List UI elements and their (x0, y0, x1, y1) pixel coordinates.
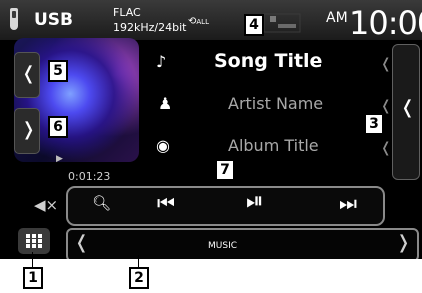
grid-icon (26, 234, 30, 238)
disc-icon: ◉ (156, 136, 170, 155)
repeat-icon[interactable]: ⟲ALL (188, 16, 209, 27)
repeat-label: ALL (196, 18, 209, 26)
next-track-icon[interactable]: ⏭ (339, 191, 357, 215)
clock: 10:00 (349, 4, 422, 42)
previous-track-icon[interactable]: ⏮ (157, 191, 175, 215)
chevron-left-icon: ❬ (21, 63, 37, 84)
next-panel-button[interactable]: ❭ (14, 108, 40, 154)
callout-7: 7 (215, 159, 235, 181)
control-bar (66, 186, 385, 226)
callout-5: 5 (48, 60, 68, 82)
tag-data-icon[interactable] (262, 12, 302, 34)
callout-6: 6 (48, 116, 68, 138)
grid-dot (38, 244, 42, 248)
chevron-right-icon: ❭ (21, 119, 37, 140)
function-bar-label: MUSIC (208, 241, 238, 251)
callout-3: 3 (364, 113, 384, 135)
grid-dot (26, 239, 30, 243)
callout-1: 1 (23, 267, 43, 289)
callout-2: 2 (129, 267, 149, 289)
song-icon-wrap: ♪ (156, 52, 166, 71)
list-panel-button[interactable]: ❬ (392, 44, 420, 180)
chevron-right-icon[interactable]: ❭ (396, 232, 411, 253)
chevron-left-icon[interactable]: ❬ (74, 232, 89, 253)
mute-icon[interactable]: ◀× (34, 196, 58, 214)
chevron-left-icon: ❬ (380, 140, 392, 156)
grid-dot (38, 239, 42, 243)
source-label: USB (34, 10, 74, 30)
menu-button[interactable] (18, 228, 50, 254)
chevron-left-icon: ❬ (380, 98, 392, 114)
format-rate: 192kHz/24bit (113, 21, 187, 34)
previous-panel-button[interactable]: ❬ (14, 52, 40, 98)
person-icon: ♟ (158, 94, 173, 113)
song-title: Song Title (214, 50, 323, 72)
grid-dot (32, 234, 36, 238)
artist-name: Artist Name (228, 94, 324, 113)
search-icon[interactable]: 🔍︎ (92, 194, 111, 212)
elapsed-time: 0:01:23 (68, 170, 111, 183)
clock-ampm: AM (326, 10, 348, 26)
grid-dot (32, 244, 36, 248)
usb-source-icon (10, 8, 18, 30)
artist-icon-wrap: ♟ (158, 94, 172, 113)
format-codec: FLAC (113, 6, 141, 19)
chevron-left-icon: ❬ (380, 56, 392, 72)
callout-4: 4 (244, 14, 264, 36)
album-icon-wrap: ◉ (156, 136, 170, 155)
grid-dot (32, 239, 36, 243)
chevron-left-icon: ❬ (400, 97, 416, 118)
grid-dot (38, 234, 42, 238)
play-state-icon: ▶ (56, 154, 63, 164)
album-title: Album Title (228, 136, 319, 155)
music-note-icon: ♪ (156, 52, 167, 71)
play-pause-icon[interactable]: ⏯ (246, 189, 264, 214)
function-bar[interactable]: ❬ MUSIC ❭ (66, 228, 419, 259)
grid-dot (26, 244, 30, 248)
